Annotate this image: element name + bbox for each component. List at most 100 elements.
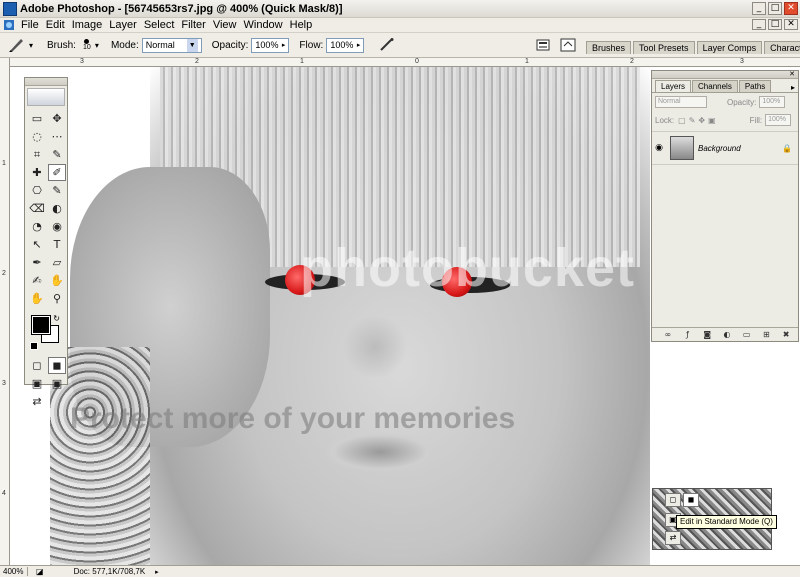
doc-close-button[interactable]: ✕ [784, 19, 798, 30]
notes-tool-icon[interactable]: ✍ [28, 272, 46, 289]
mask-icon[interactable]: ◙ [702, 330, 712, 340]
menu-window[interactable]: Window [242, 19, 288, 31]
blur-tool-icon[interactable]: ◔ [28, 218, 46, 235]
lasso-tool-icon[interactable]: ◌ [28, 128, 46, 145]
well-tab-character[interactable]: Character [764, 41, 800, 54]
layer-opacity-input[interactable]: 100% [759, 96, 786, 108]
status-info-icon[interactable]: ◪ [36, 567, 44, 576]
adobe-online-icon[interactable] [27, 88, 65, 106]
type-tool-icon[interactable]: T [48, 236, 66, 253]
folder-icon[interactable]: ▭ [742, 330, 752, 340]
menu-image[interactable]: Image [70, 19, 108, 31]
link-icon[interactable]: ∞ [663, 330, 673, 340]
layers-panel: ✕ Layers Channels Paths ▸ Normal Opacity… [651, 70, 799, 342]
menu-help[interactable]: Help [288, 19, 318, 31]
doc-minimize-button[interactable]: _ [752, 19, 766, 30]
quick-mask-mode-icon[interactable]: ◼ [48, 357, 66, 374]
hand-tool-icon[interactable]: ✋ [28, 290, 46, 307]
layer-row[interactable]: ◉ Background 🔒 [652, 131, 798, 165]
fill-input[interactable]: 100% [765, 114, 792, 126]
move-tool-icon[interactable]: ✥ [48, 110, 66, 127]
eraser-tool-icon[interactable]: ⌫ [28, 200, 46, 217]
minimize-button[interactable]: _ [752, 2, 766, 15]
maximize-button[interactable]: □ [768, 2, 782, 15]
panel-menu-icon[interactable]: ▸ [791, 83, 795, 92]
menu-view[interactable]: View [211, 19, 242, 31]
zoom-level[interactable]: 400% [0, 567, 28, 576]
fill-label: Fill: [749, 115, 763, 125]
swap-colors-icon[interactable]: ↻ [53, 314, 60, 323]
airbrush-icon[interactable] [378, 37, 396, 53]
brush-tool-icon[interactable] [6, 36, 28, 54]
foreground-color-swatch[interactable] [31, 315, 51, 335]
shape-tool-icon[interactable]: ▱ [48, 254, 66, 271]
tooltip: Edit in Standard Mode (Q) [676, 515, 777, 529]
crop-tool-icon[interactable]: ⌗ [28, 146, 46, 163]
opacity-value: 100% [255, 39, 279, 50]
adjustment-icon[interactable]: ◐ [722, 330, 732, 340]
paint-bucket-tool-icon[interactable]: ◐ [48, 200, 66, 217]
vertical-ruler[interactable]: 1 2 3 4 [0, 58, 10, 565]
full-screen-mode-icon[interactable]: ▣ [48, 375, 66, 392]
tool-preset-arrow-icon[interactable]: ▾ [29, 41, 33, 50]
close-button[interactable]: ✕ [784, 2, 798, 15]
tab-channels[interactable]: Channels [692, 80, 738, 92]
magic-wand-tool-icon[interactable]: ⋯ [48, 128, 66, 145]
dodge-tool-icon[interactable]: ◉ [48, 218, 66, 235]
fx-icon[interactable]: ƒ [683, 330, 693, 340]
horizontal-ruler[interactable]: 3 2 1 0 1 2 3 [10, 58, 800, 67]
tab-paths[interactable]: Paths [738, 80, 772, 92]
path-selection-tool-icon[interactable]: ↖ [28, 236, 46, 253]
status-menu-arrow-icon[interactable]: ▸ [155, 568, 159, 576]
clone-stamp-tool-icon[interactable]: ⎔ [28, 182, 46, 199]
brush-tool-icon[interactable]: ✐ [48, 164, 66, 181]
standard-mode-icon[interactable]: ◻ [28, 357, 46, 374]
lock-position-icon[interactable]: ✥ [698, 116, 705, 125]
toolbox-grip[interactable] [25, 78, 67, 86]
default-colors-icon[interactable] [30, 342, 38, 350]
brush-picker-arrow-icon[interactable]: ▾ [95, 41, 99, 50]
panel-close-icon[interactable]: ✕ [788, 70, 796, 78]
pen-tool-icon[interactable]: ✒ [28, 254, 46, 271]
menu-edit[interactable]: Edit [44, 19, 70, 31]
new-layer-icon[interactable]: ⊞ [761, 330, 771, 340]
lock-all-icon[interactable]: ▣ [708, 116, 716, 125]
screen-mode-icon[interactable]: ▣ [28, 375, 46, 392]
ruler-tick: 2 [630, 58, 634, 65]
brush-label: Brush: [47, 39, 76, 51]
flow-input[interactable]: 100% ▸ [326, 37, 365, 53]
marquee-tool-icon[interactable]: ▭ [28, 110, 46, 127]
brush-picker[interactable]: 10 [79, 39, 95, 51]
file-browser-icon[interactable] [536, 38, 550, 52]
opacity-slider-arrow-icon[interactable]: ▸ [282, 39, 286, 52]
menu-filter[interactable]: Filter [179, 19, 210, 31]
tab-layers[interactable]: Layers [655, 80, 692, 92]
menu-layer[interactable]: Layer [107, 19, 142, 31]
menu-bar: File Edit Image Layer Select Filter View… [0, 18, 800, 32]
ruler-tick: 2 [2, 270, 6, 277]
zoom-tool-icon[interactable]: ⚲ [48, 290, 66, 307]
ruler-tick: 1 [525, 58, 529, 65]
palette-well-toggle-icon[interactable] [560, 37, 578, 53]
menu-select[interactable]: Select [142, 19, 180, 31]
opacity-input[interactable]: 100% ▸ [251, 37, 290, 53]
eyedropper-tool-icon[interactable]: ✋ [48, 272, 66, 289]
photoshop-icon [3, 1, 17, 16]
flow-slider-arrow-icon[interactable]: ▸ [357, 39, 361, 52]
layer-visibility-eye-icon[interactable]: ◉ [652, 143, 666, 153]
slice-tool-icon[interactable]: ✎ [48, 146, 66, 163]
lock-transparency-icon[interactable]: ▢ [678, 116, 686, 125]
trash-icon[interactable]: ✖ [781, 330, 791, 340]
menu-file[interactable]: File [19, 19, 44, 31]
blend-mode-select[interactable]: Normal [655, 96, 707, 108]
well-tab-layer-comps[interactable]: Layer Comps [696, 41, 763, 54]
well-tab-tool-presets[interactable]: Tool Presets [633, 41, 695, 54]
healing-brush-tool-icon[interactable]: ✚ [28, 164, 46, 181]
lock-image-icon[interactable]: ✎ [689, 116, 696, 125]
jump-to-imageready-icon[interactable]: ⇄ [28, 393, 46, 410]
history-brush-tool-icon[interactable]: ✎ [48, 182, 66, 199]
layers-panel-grip[interactable]: ✕ [652, 70, 798, 79]
well-tab-brushes[interactable]: Brushes [586, 41, 632, 54]
mode-select[interactable]: Normal ▼ [141, 37, 202, 53]
doc-restore-button[interactable]: □ [768, 19, 782, 30]
